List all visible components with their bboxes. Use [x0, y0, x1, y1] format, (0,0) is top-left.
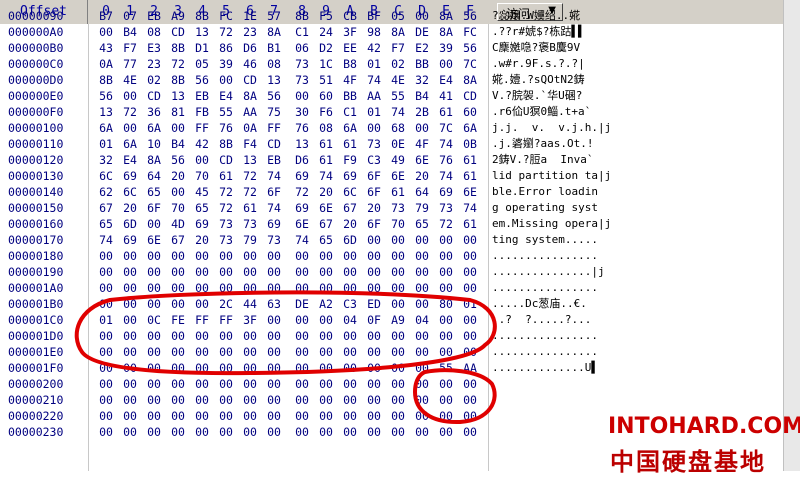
watermark-site: INTOHARD.COM	[608, 414, 800, 439]
annotation-overlay	[74, 290, 497, 425]
annotation-circle-partition-table	[74, 290, 497, 376]
watermark-cn: 中国硬盘基地	[610, 447, 766, 476]
annotation-circle-signature	[412, 368, 497, 425]
